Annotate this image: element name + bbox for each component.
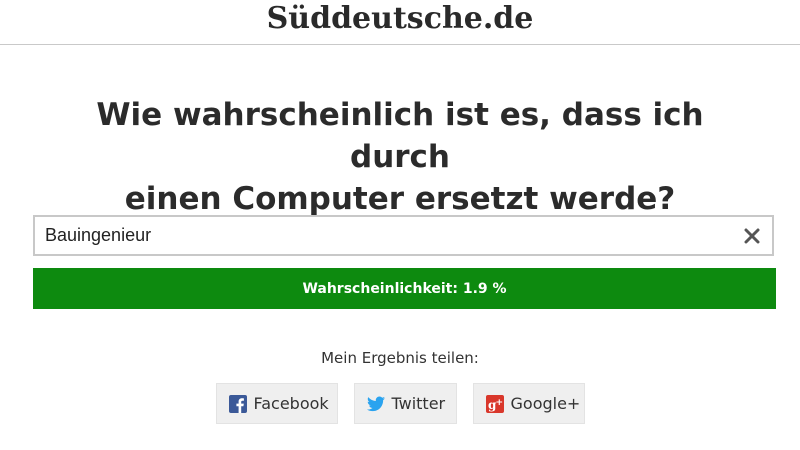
facebook-label: Facebook (253, 394, 329, 413)
headline-line-1: Wie wahrscheinlich ist es, dass ich durc… (96, 97, 704, 175)
site-logo[interactable]: Süddeutsche.de (267, 4, 534, 34)
google-plus-label: Google+ (510, 394, 581, 413)
facebook-icon (228, 394, 247, 413)
page: Süddeutsche.de Wie wahrscheinlich ist es… (0, 0, 800, 450)
headline-line-2: einen Computer ersetzt werde? (124, 181, 676, 217)
twitter-icon (366, 395, 385, 413)
share-label: Mein Ergebnis teilen: (321, 349, 479, 367)
twitter-label: Twitter (391, 394, 446, 413)
site-header: Süddeutsche.de (0, 0, 800, 45)
google-plus-icon: g + (485, 394, 504, 413)
job-search-input[interactable] (35, 217, 732, 254)
clear-search-button[interactable] (732, 217, 772, 254)
twitter-share-button[interactable]: Twitter (353, 383, 457, 424)
job-search-box (33, 215, 774, 256)
close-icon (744, 228, 760, 243)
probability-label: Wahrscheinlichkeit: 1.9 % (302, 280, 507, 297)
page-title: Wie wahrscheinlich ist es, dass ich durc… (0, 94, 800, 220)
share-buttons: Facebook Twitter g + Google+ (0, 383, 800, 424)
probability-result-bar: Wahrscheinlichkeit: 1.9 % (33, 268, 776, 309)
svg-text:+: + (495, 398, 503, 408)
facebook-share-button[interactable]: Facebook (215, 383, 338, 424)
google-plus-share-button[interactable]: g + Google+ (472, 383, 585, 424)
